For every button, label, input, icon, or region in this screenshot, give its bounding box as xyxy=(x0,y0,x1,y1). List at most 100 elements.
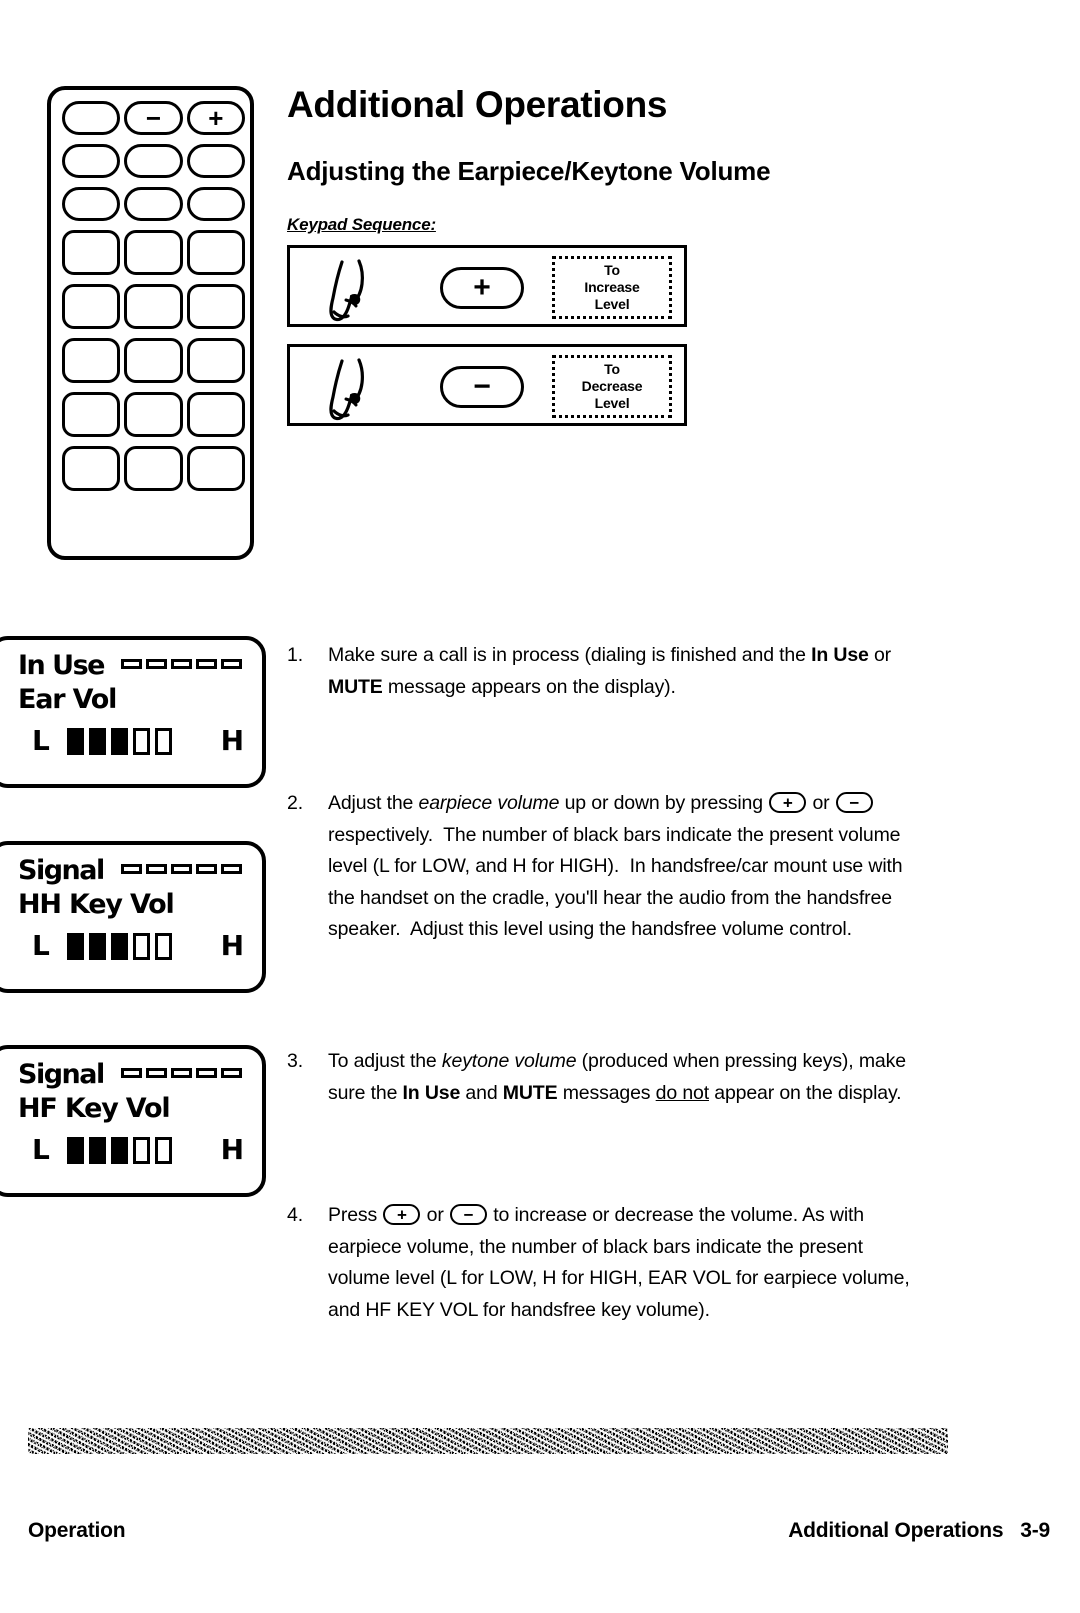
note-line: To xyxy=(604,360,620,377)
signal-strength-icon xyxy=(121,1068,242,1078)
lcd-display-ear-vol: In Use Ear Vol L H xyxy=(0,636,266,788)
minus-key-icon xyxy=(835,792,873,813)
lcd-low-label: L xyxy=(32,929,50,962)
signal-bar-4 xyxy=(196,864,217,874)
footer-section-page: Additional Operations 3-9 xyxy=(788,1519,1050,1542)
keypad-key-r2c3[interactable] xyxy=(186,144,245,178)
volume-bar-3 xyxy=(110,1136,128,1164)
lcd-status-row: Signal xyxy=(18,855,248,887)
step-number: 3. xyxy=(287,1050,303,1072)
signal-bar-3 xyxy=(171,1068,192,1078)
step-text: Make sure a call is in process (dialing … xyxy=(328,644,892,698)
pointing-hand-icon xyxy=(329,259,364,321)
keypad-key-r2c2[interactable] xyxy=(124,144,183,178)
volume-bar-1 xyxy=(66,1136,84,1164)
signal-strength-icon xyxy=(121,864,242,874)
keypad-key-r7c1[interactable] xyxy=(62,392,121,437)
lcd-status-row: In Use xyxy=(18,650,248,682)
lcd-volume-row: L H xyxy=(32,929,244,963)
keypad-sequence-decrease: − To Decrease Level xyxy=(287,343,687,426)
footer-chapter-label: Operation xyxy=(28,1519,126,1542)
lcd-volume-row: L H xyxy=(32,1133,244,1167)
keypad-key-r6c1[interactable] xyxy=(62,338,121,383)
step-number: 4. xyxy=(287,1204,303,1226)
keypad-key-r1c2[interactable]: − xyxy=(124,101,183,135)
keypad-key-r5c2[interactable] xyxy=(124,284,183,329)
step-3: 3. To adjust the keytone volume (produce… xyxy=(287,1046,927,1109)
plus-key-glyph: + xyxy=(208,103,224,133)
keypad-key-r1c1[interactable] xyxy=(62,101,121,135)
phone-keypad-illustration: − + xyxy=(47,86,254,560)
keypad-key-r8c3[interactable] xyxy=(186,446,245,491)
keypad-key-r4c2[interactable] xyxy=(124,230,183,275)
lcd-status-label: Signal xyxy=(18,855,105,886)
lcd-status-label: In Use xyxy=(18,650,105,681)
keypad-key-r3c1[interactable] xyxy=(62,187,121,221)
volume-bar-5 xyxy=(154,727,172,755)
keypad-key-r7c2[interactable] xyxy=(124,392,183,437)
keypad-sequence-label: Keypad Sequence: xyxy=(287,214,436,234)
step-2: 2. Adjust the earpiece volume up or down… xyxy=(287,788,927,946)
lcd-display-hh-key-vol: Signal HH Key Vol L H xyxy=(0,841,266,993)
note-line: To xyxy=(604,261,620,278)
keypad-key-r6c2[interactable] xyxy=(124,338,183,383)
keypad-key-r6c3[interactable] xyxy=(186,338,245,383)
volume-bar-1 xyxy=(66,932,84,960)
signal-bar-2 xyxy=(146,659,167,669)
signal-bar-1 xyxy=(121,659,142,669)
page-title: Additional Operations xyxy=(287,84,668,125)
volume-bar-2 xyxy=(88,727,106,755)
keypad-key-r5c3[interactable] xyxy=(186,284,245,329)
volume-bar-2 xyxy=(88,1136,106,1164)
note-line: Level xyxy=(594,394,630,411)
volume-bar-meter xyxy=(66,932,172,960)
step-text: To adjust the keytone volume (produced w… xyxy=(328,1050,906,1104)
keypad-key-r4c1[interactable] xyxy=(62,230,121,275)
lcd-volume-row: L H xyxy=(32,724,244,758)
note-line: Increase xyxy=(584,278,640,295)
lcd-high-label: H xyxy=(220,1133,244,1166)
keypad-key-r3c3[interactable] xyxy=(186,187,245,221)
volume-bar-3 xyxy=(110,932,128,960)
signal-bar-3 xyxy=(171,864,192,874)
signal-strength-icon xyxy=(121,659,242,669)
signal-bar-5 xyxy=(221,659,242,669)
keypad-key-r3c2[interactable] xyxy=(124,187,183,221)
keypad-key-r4c3[interactable] xyxy=(186,230,245,275)
signal-bar-5 xyxy=(221,1068,242,1078)
lcd-high-label: H xyxy=(220,929,244,962)
volume-bar-5 xyxy=(154,932,172,960)
volume-bar-4 xyxy=(132,727,150,755)
step-4: 4. Press or to increase or decrease the … xyxy=(287,1200,927,1326)
keypad-key-r8c2[interactable] xyxy=(124,446,183,491)
lcd-high-label: H xyxy=(220,724,244,757)
keypad-key-r1c3[interactable]: + xyxy=(186,101,245,135)
minus-key-icon: − xyxy=(440,365,524,408)
lcd-mode-label: HH Key Vol xyxy=(18,889,175,920)
step-1: 1. Make sure a call is in process (diali… xyxy=(287,640,927,703)
lcd-display-hf-key-vol: Signal HF Key Vol L H xyxy=(0,1045,266,1197)
note-line: Decrease xyxy=(581,377,643,394)
lcd-low-label: L xyxy=(32,1133,50,1166)
signal-bar-2 xyxy=(146,864,167,874)
keypad-sequence-increase: + To Increase Level xyxy=(287,244,687,327)
plus-key-icon xyxy=(769,792,807,813)
note-line: Level xyxy=(594,295,630,312)
signal-bar-4 xyxy=(196,1068,217,1078)
minus-key-glyph: − xyxy=(145,103,162,133)
content-column: Additional Operations Adjusting the Earp… xyxy=(287,84,947,443)
lcd-mode-label: Ear Vol xyxy=(18,684,117,715)
pointing-hand-icon xyxy=(329,358,364,420)
keypad-key-r8c1[interactable] xyxy=(62,446,121,491)
volume-bar-4 xyxy=(132,932,150,960)
lcd-low-label: L xyxy=(32,724,50,757)
footer-decorative-rule xyxy=(28,1428,948,1454)
lcd-status-label: Signal xyxy=(18,1059,105,1090)
volume-bar-2 xyxy=(88,932,106,960)
lcd-status-row: Signal xyxy=(18,1059,248,1091)
signal-bar-1 xyxy=(121,1068,142,1078)
keypad-key-r7c3[interactable] xyxy=(186,392,245,437)
keypad-key-r5c1[interactable] xyxy=(62,284,121,329)
keypad-key-r2c1[interactable] xyxy=(62,144,121,178)
keypad-grid: − + xyxy=(62,101,245,491)
